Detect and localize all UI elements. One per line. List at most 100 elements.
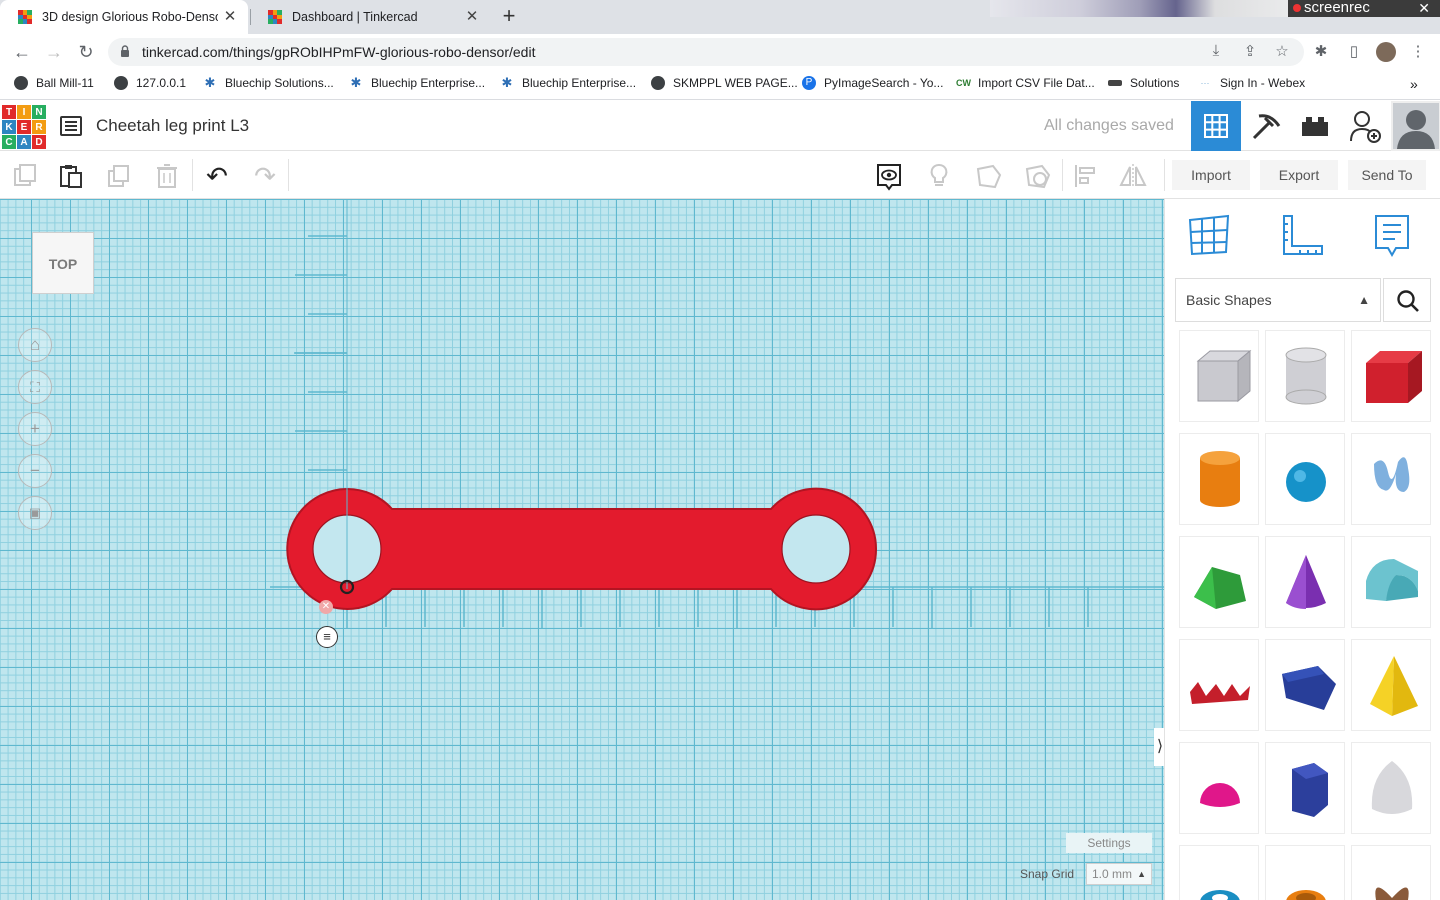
bookmark-item[interactable]: 127.0.0.1 [114, 76, 186, 90]
close-tab-icon[interactable]: ✕ [222, 9, 238, 25]
shape-tile-scribble[interactable] [1351, 433, 1431, 525]
shape-tile-heart[interactable] [1351, 845, 1431, 900]
shape-thumbnail-icon [1194, 567, 1246, 609]
shape-tile-box[interactable] [1351, 330, 1431, 422]
shape-tile-text[interactable] [1179, 639, 1259, 731]
bookmark-item[interactable]: P PyImageSearch - Yo... [802, 76, 943, 90]
send-to-button[interactable]: Send To [1348, 160, 1426, 190]
forward-button[interactable]: → [43, 41, 65, 63]
duplicate-icon[interactable] [106, 163, 132, 189]
shape-tile-sphere[interactable] [1265, 433, 1345, 525]
shape-tile-half-sphere[interactable] [1179, 742, 1259, 834]
tinkercad-logo[interactable]: T I N K E R C A D [2, 105, 46, 149]
notes-visibility-icon[interactable] [876, 163, 902, 191]
invite-user-button[interactable] [1340, 101, 1390, 151]
bookmark-item[interactable]: ✱ Bluechip Enterprise... [500, 76, 636, 90]
ruler-tool-icon[interactable] [1280, 214, 1324, 258]
import-button[interactable]: Import [1172, 160, 1250, 190]
shape-tile-wedge[interactable] [1265, 639, 1345, 731]
shape-tile-cylinder-hole[interactable] [1265, 330, 1345, 422]
bookmark-item[interactable]: CW Import CSV File Dat... [956, 76, 1095, 90]
globe-icon [14, 76, 28, 90]
desktop-background-strip [990, 0, 1290, 17]
home-view-icon[interactable]: ⌂ [18, 328, 52, 362]
search-button[interactable] [1383, 278, 1431, 322]
redo-icon[interactable]: ↷ [252, 163, 278, 189]
close-tab-icon[interactable]: ✕ [464, 9, 480, 25]
reload-button[interactable]: ↻ [75, 41, 97, 63]
shape-tile-cone[interactable] [1265, 536, 1345, 628]
bookmark-star-icon[interactable]: ☆ [1272, 42, 1292, 60]
align-icon[interactable] [1073, 163, 1099, 189]
shape-thumbnail-icon [1371, 761, 1413, 814]
address-bar[interactable]: tinkercad.com/things/gpRObIHPmFW-gloriou… [108, 38, 1304, 66]
more-bookmarks-icon[interactable]: » [1410, 76, 1418, 92]
shape-thumbnail-icon [1285, 347, 1327, 405]
export-button[interactable]: Export [1260, 160, 1338, 190]
view-cube[interactable]: TOP [32, 232, 94, 294]
shape-tile-roof[interactable] [1179, 536, 1259, 628]
shapes-panel: Basic Shapes ▲ [1164, 199, 1440, 900]
bricks-button[interactable] [1290, 101, 1340, 151]
shape-category-select[interactable]: Basic Shapes ▲ [1175, 278, 1381, 322]
screen-recorder-badge[interactable]: screenrec ✕ [1288, 0, 1440, 17]
tinkercad-favicon [18, 10, 32, 24]
tab-dashboard[interactable]: Dashboard | Tinkercad ✕ [250, 0, 490, 34]
ortho-view-icon[interactable]: ▣ [18, 496, 52, 530]
shape-tile-cylinder[interactable] [1179, 433, 1259, 525]
workplane-tool-icon[interactable] [1188, 214, 1230, 256]
design-list-icon[interactable] [60, 116, 82, 136]
copy-icon[interactable] [12, 163, 38, 189]
snap-grid-select[interactable]: 1.0 mm ▲ [1086, 863, 1152, 885]
bookmark-item[interactable]: ··· Sign In - Webex [1198, 76, 1305, 90]
profile-avatar[interactable] [1376, 42, 1396, 62]
hole-shape-icon[interactable] [1024, 163, 1051, 189]
bookmark-item[interactable]: SKMPPL WEB PAGE... [651, 76, 798, 90]
shape-tile-torus[interactable] [1179, 845, 1259, 900]
bookmark-item[interactable]: ✱ Bluechip Solutions... [203, 76, 334, 90]
back-button[interactable]: ← [11, 41, 33, 63]
delete-icon[interactable] [154, 163, 180, 189]
solid-shape-icon[interactable] [975, 163, 1002, 189]
shape-tile-round-roof[interactable] [1351, 536, 1431, 628]
shape-tile-polygon[interactable] [1265, 742, 1345, 834]
search-icon [1397, 290, 1419, 312]
mirror-icon[interactable] [1118, 163, 1148, 189]
fit-view-icon[interactable]: ⛶ [18, 370, 52, 404]
bookmark-item[interactable]: Ball Mill-11 [14, 76, 94, 90]
design-title[interactable]: Cheetah leg print L3 [96, 116, 249, 136]
shape-tile-pyramid[interactable] [1351, 639, 1431, 731]
tab-tinkercad-design[interactable]: 3D design Glorious Robo-Densor ✕ [0, 0, 248, 34]
zoom-out-icon[interactable]: − [18, 454, 52, 488]
edit-toolbar: ↶ ↷ Import Export Send To [0, 151, 1440, 199]
shape-tile-paraboloid[interactable] [1351, 742, 1431, 834]
zoom-in-icon[interactable]: + [18, 412, 52, 446]
3d-view-button[interactable] [1191, 101, 1241, 151]
shape-tile-box-hole[interactable] [1179, 330, 1259, 422]
tinkercad-favicon [268, 10, 282, 24]
collapse-panel-button[interactable]: ⟩ [1154, 728, 1164, 766]
close-ruler-icon[interactable]: ✕ [319, 600, 333, 614]
share-icon[interactable]: ⇪ [1240, 42, 1260, 60]
ruler-menu-icon[interactable]: ≡ [316, 626, 338, 648]
undo-icon[interactable]: ↶ [204, 163, 230, 189]
bookmark-item[interactable]: ✱ Bluechip Enterprise... [349, 76, 485, 90]
workplane[interactable]: ✕ ≡ TOP ⌂ ⛶ + − ▣ Settings Snap Grid 1.0… [0, 199, 1164, 900]
shape-tile-tube[interactable] [1265, 845, 1345, 900]
install-icon[interactable]: ⤓ [1206, 42, 1226, 59]
add-user-icon [1350, 111, 1381, 143]
extensions-icon[interactable]: ✱ [1311, 42, 1331, 60]
paste-icon[interactable] [58, 163, 84, 189]
tinkercad-header: T I N K E R C A D Cheetah leg print L3 A… [0, 101, 1440, 151]
bookmark-item[interactable]: Solutions [1108, 76, 1179, 90]
star-logo-icon: ✱ [500, 75, 514, 90]
settings-button[interactable]: Settings [1066, 833, 1152, 853]
blocks-button[interactable] [1241, 101, 1291, 151]
kebab-menu-icon[interactable]: ⋮ [1408, 42, 1428, 60]
new-tab-button[interactable]: + [496, 4, 522, 30]
side-panel-icon[interactable]: ▯ [1344, 42, 1364, 60]
close-icon[interactable]: ✕ [1418, 0, 1430, 16]
user-avatar[interactable] [1391, 101, 1440, 151]
lightbulb-icon[interactable] [926, 163, 952, 189]
notes-tool-icon[interactable] [1374, 214, 1410, 258]
